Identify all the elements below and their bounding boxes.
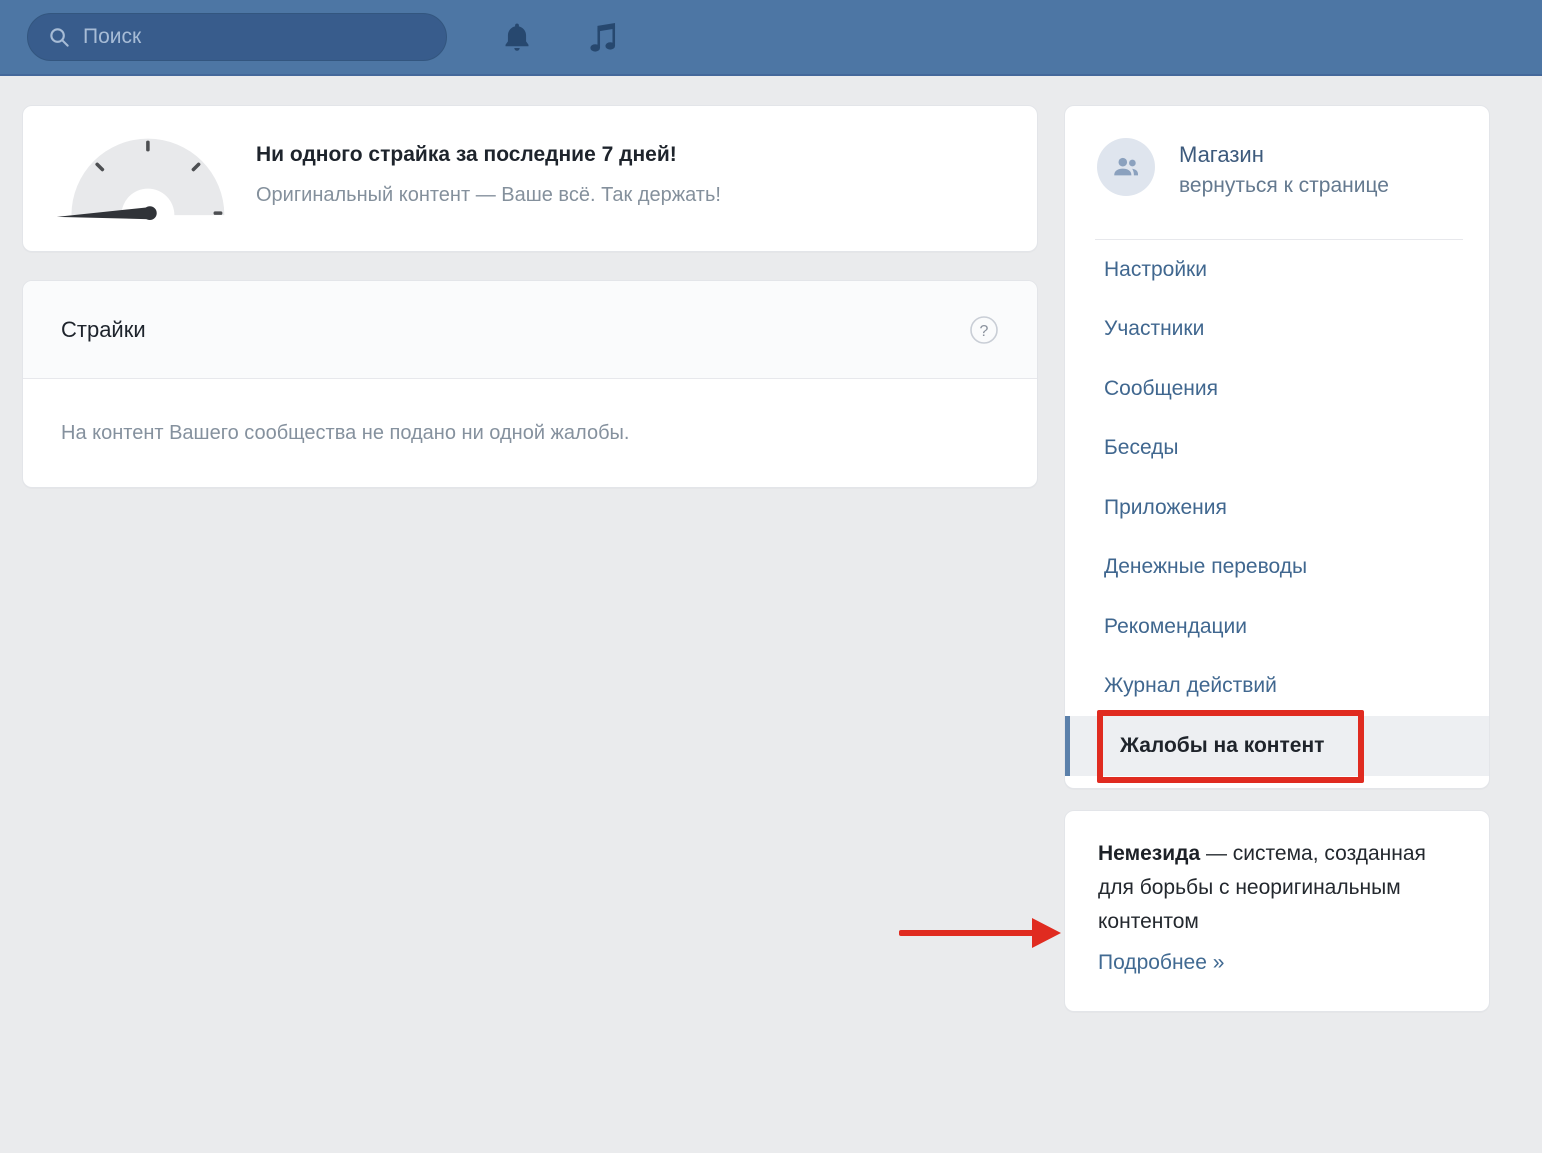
strike-gauge [45, 112, 241, 235]
strikes-card-header: Страйки ? [23, 281, 1037, 379]
active-item-label: Жалобы на контент [1120, 734, 1324, 758]
sidebar-item-money-transfers[interactable]: Денежные переводы [1065, 538, 1489, 598]
top-navigation-bar [0, 0, 1542, 76]
gauge-tick-end [214, 211, 223, 215]
search-icon [48, 26, 71, 49]
sidebar-menu: Настройки Участники Сообщения Беседы При… [1065, 240, 1489, 776]
notifications-bell-icon[interactable] [500, 21, 534, 55]
strikes-title: Страйки [61, 317, 969, 343]
status-title: Ни одного страйка за последние 7 дней! [256, 143, 721, 167]
more-details-link[interactable]: Подробнее » [1098, 951, 1224, 975]
annotation-arrow-line [899, 930, 1035, 936]
community-name-link[interactable]: Магазин [1179, 142, 1264, 168]
help-icon[interactable]: ? [969, 315, 999, 345]
search-box[interactable] [27, 13, 447, 61]
sidebar-item-settings[interactable]: Настройки [1065, 240, 1489, 300]
community-avatar[interactable] [1097, 138, 1155, 196]
strike-status-card: Ни одного страйка за последние 7 дней! О… [22, 105, 1038, 252]
sidebar-item-conversations[interactable]: Беседы [1065, 419, 1489, 479]
status-subtitle: Оригинальный контент — Ваше всё. Так дер… [256, 184, 721, 207]
gauge-tick-top [146, 141, 150, 152]
community-sidebar: Магазин вернуться к странице Настройки У… [1064, 105, 1490, 789]
sidebar-item-content-complaints[interactable]: Жалобы на контент [1065, 716, 1489, 776]
svg-text:?: ? [980, 323, 989, 340]
music-icon[interactable] [585, 21, 619, 55]
annotation-arrow-head [1032, 918, 1061, 948]
sidebar-item-recommendations[interactable]: Рекомендации [1065, 597, 1489, 657]
nemezida-title: Немезида [1098, 842, 1200, 865]
back-to-page-link[interactable]: вернуться к странице [1179, 174, 1389, 198]
sidebar-item-action-log[interactable]: Журнал действий [1065, 657, 1489, 717]
nemezida-description: Немезида — система, созданная для борьбы… [1098, 837, 1441, 939]
sidebar-item-messages[interactable]: Сообщения [1065, 359, 1489, 419]
nemezida-info-card: Немезида — система, созданная для борьбы… [1064, 810, 1490, 1012]
sidebar-item-apps[interactable]: Приложения [1065, 478, 1489, 538]
sidebar-item-members[interactable]: Участники [1065, 300, 1489, 360]
strikes-card: Страйки ? На контент Вашего сообщества н… [22, 280, 1038, 488]
active-item-indicator [1065, 716, 1070, 776]
strikes-empty-message: На контент Вашего сообщества не подано н… [61, 422, 629, 445]
search-input[interactable] [83, 25, 413, 49]
people-icon [1110, 151, 1142, 183]
